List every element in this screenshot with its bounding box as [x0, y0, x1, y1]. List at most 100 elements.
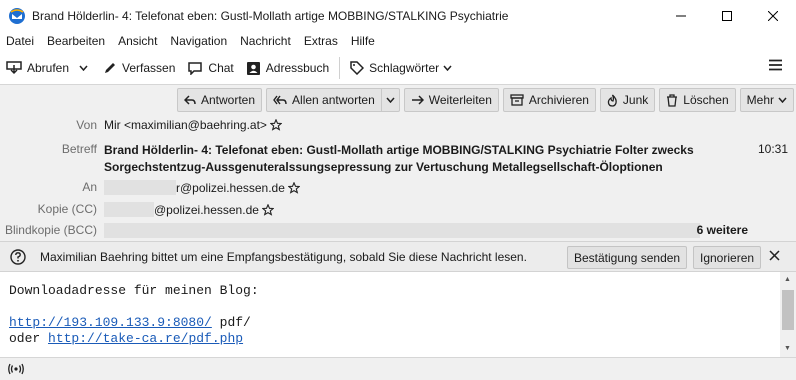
trash-icon	[667, 93, 678, 107]
chevron-down-icon	[443, 65, 452, 71]
menu-bearbeiten[interactable]: Bearbeiten	[40, 34, 111, 48]
window-title: Brand Hölderlin- 4: Telefonat eben: Gust…	[32, 8, 512, 23]
subject-value: Brand Hölderlin- 4: Telefonat eben: Gust…	[104, 143, 694, 174]
body-link[interactable]: http://take-ca.re/pdf.php	[48, 331, 243, 346]
scroll-up-arrow-icon[interactable]: ▲	[784, 276, 791, 283]
get-messages-dropdown[interactable]	[75, 55, 97, 81]
close-window-button[interactable]	[750, 0, 796, 31]
body-text-fragment: oder	[9, 331, 49, 346]
toolbar-separator	[339, 57, 341, 79]
delete-label: Löschen	[683, 93, 729, 107]
thunderbird-logo-icon	[9, 7, 25, 24]
cc-address: @polizei.hessen.de	[154, 202, 259, 217]
more-label: Mehr	[746, 93, 774, 107]
body-text-line: Downloadadresse für meinen Blog:	[9, 283, 259, 298]
bcc-label: Blindkopie (BCC)	[4, 223, 97, 237]
ignore-receipt-button[interactable]: Ignorieren	[693, 246, 762, 269]
redacted-block	[104, 202, 154, 217]
scrollbar-thumb[interactable]	[782, 290, 794, 330]
menu-ansicht[interactable]: Ansicht	[111, 34, 163, 48]
chevron-down-icon	[778, 97, 787, 103]
archive-button[interactable]: Archivieren	[502, 88, 596, 112]
main-toolbar: Abrufen Verfassen Chat Adressbuch Schlag…	[0, 52, 796, 85]
from-value[interactable]: Mir <maximilian@baehring.at>	[104, 118, 282, 132]
star-icon[interactable]	[269, 119, 282, 131]
menu-nachricht[interactable]: Nachricht	[233, 34, 297, 48]
redacted-block	[104, 180, 176, 195]
menu-bar: Datei Bearbeiten Ansicht Navigation Nach…	[0, 31, 796, 51]
from-label: Von	[76, 118, 97, 132]
chat-button[interactable]: Chat	[181, 55, 239, 81]
scroll-down-arrow-icon[interactable]: ▼	[784, 345, 791, 352]
get-messages-button[interactable]: Abrufen	[0, 55, 75, 81]
get-messages-label: Abrufen	[27, 61, 70, 75]
message-actions: Antworten Allen antworten Weiterleiten A…	[177, 88, 794, 112]
bcc-value[interactable]	[104, 223, 700, 238]
minimize-button[interactable]	[658, 0, 704, 31]
compose-label: Verfassen	[122, 61, 176, 75]
junk-button[interactable]: Junk	[599, 88, 656, 112]
menu-extras[interactable]: Extras	[297, 34, 344, 48]
flame-icon	[607, 94, 617, 107]
chat-label: Chat	[208, 61, 234, 75]
message-header: Antworten Allen antworten Weiterleiten A…	[0, 85, 796, 241]
chat-bubble-icon	[188, 62, 203, 75]
tags-button[interactable]: Schlagwörter	[344, 55, 458, 81]
forward-label: Weiterleiten	[428, 93, 492, 107]
body-text-fragment: pdf/	[211, 315, 251, 330]
subject-label: Betreff	[61, 142, 97, 156]
vertical-scrollbar[interactable]: ▲ ▼	[780, 272, 796, 357]
maximize-icon	[722, 10, 732, 21]
chevron-down-icon	[79, 65, 88, 71]
archive-box-icon	[510, 94, 524, 106]
address-book-label: Adressbuch	[265, 61, 330, 75]
cc-value[interactable]: @polizei.hessen.de	[104, 202, 274, 217]
to-value[interactable]: r@polizei.hessen.de	[104, 180, 300, 195]
tags-label: Schlagwörter	[369, 61, 440, 75]
archive-label: Archivieren	[528, 93, 589, 107]
reply-icon	[184, 94, 196, 105]
to-address: r@polizei.hessen.de	[176, 180, 285, 195]
message-time: 10:31	[757, 142, 788, 156]
star-icon[interactable]	[287, 181, 300, 194]
reply-all-group: Allen antworten	[266, 88, 400, 112]
receipt-notification-text: Maximilian Baehring bittet um eine Empfa…	[40, 249, 527, 264]
delete-button[interactable]: Löschen	[659, 88, 736, 112]
receipt-notification-bar: Maximilian Baehring bittet um eine Empfa…	[0, 241, 796, 272]
close-icon[interactable]	[769, 250, 780, 261]
bcc-more-link[interactable]: 6 weitere	[697, 223, 748, 237]
address-book-icon	[246, 61, 260, 75]
forward-button[interactable]: Weiterleiten	[403, 88, 499, 112]
tag-icon	[350, 61, 365, 75]
chevron-down-icon	[386, 97, 395, 103]
maximize-button[interactable]	[704, 0, 750, 31]
download-icon	[6, 61, 22, 75]
redacted-block	[104, 223, 700, 238]
to-label: An	[82, 180, 97, 194]
compose-button[interactable]: Verfassen	[97, 55, 181, 81]
body-link[interactable]: http://193.109.133.9:8080/	[9, 315, 212, 330]
from-address: Mir <maximilian@baehring.at>	[104, 118, 267, 132]
reply-all-label: Allen antworten	[292, 93, 375, 107]
menu-hilfe[interactable]: Hilfe	[344, 34, 381, 48]
menu-datei[interactable]: Datei	[0, 34, 40, 48]
reply-button[interactable]: Antworten	[177, 88, 263, 112]
reply-all-button[interactable]: Allen antworten	[266, 88, 381, 112]
reply-label: Antworten	[201, 93, 256, 107]
address-book-button[interactable]: Adressbuch	[240, 55, 335, 81]
reply-all-dropdown[interactable]	[380, 88, 400, 112]
pencil-icon	[105, 63, 116, 73]
more-button[interactable]: Mehr	[739, 88, 794, 112]
minimize-icon	[676, 15, 686, 16]
star-icon[interactable]	[261, 203, 274, 216]
junk-label: Junk	[622, 93, 649, 107]
close-icon	[768, 10, 778, 21]
message-body: Downloadadresse für meinen Blog: http://…	[0, 272, 780, 357]
hamburger-menu-icon	[769, 59, 782, 71]
online-status-icon[interactable]	[8, 363, 24, 375]
menu-navigation[interactable]: Navigation	[163, 34, 233, 48]
send-receipt-button[interactable]: Bestätigung senden	[567, 246, 688, 269]
title-bar: Brand Hölderlin- 4: Telefonat eben: Gust…	[0, 0, 796, 31]
reply-all-icon	[273, 95, 287, 104]
app-menu-button[interactable]	[769, 59, 782, 74]
